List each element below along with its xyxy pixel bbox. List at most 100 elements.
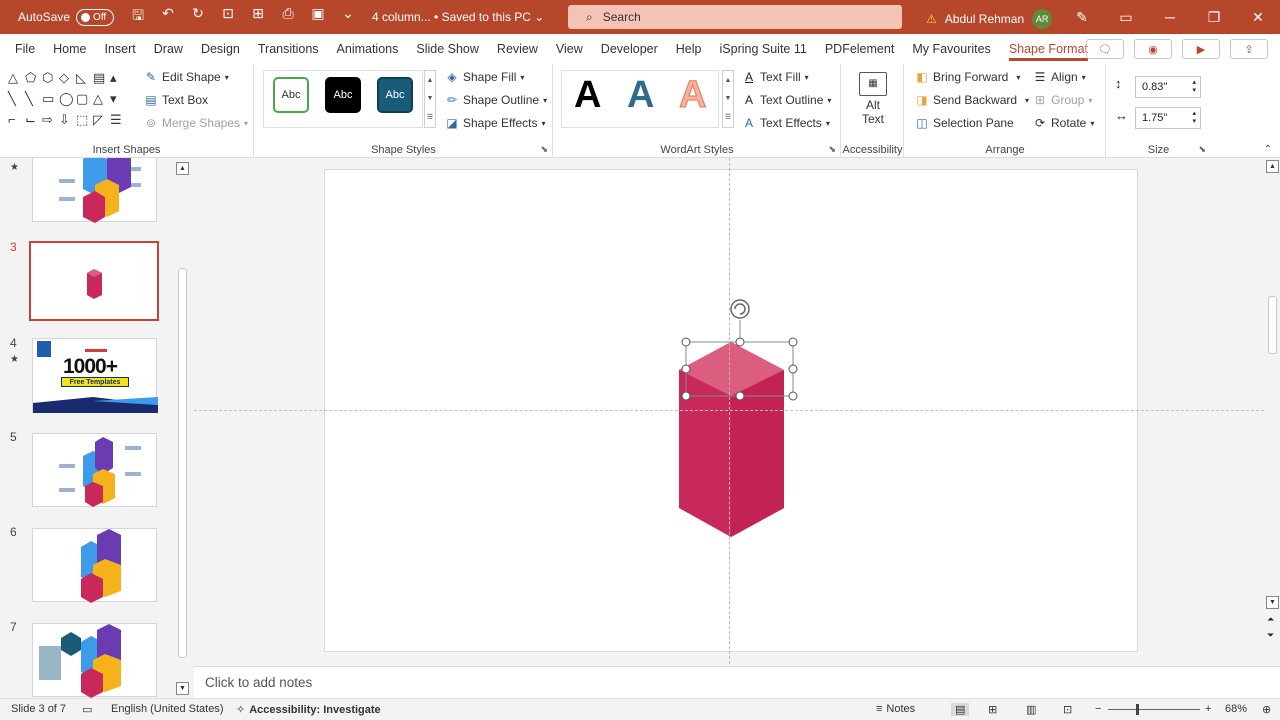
wordart-blue[interactable]: A bbox=[627, 74, 654, 117]
notes-pane[interactable]: Click to add notes bbox=[194, 666, 1280, 698]
elbow-connector-icon[interactable]: ⌐ bbox=[8, 112, 25, 133]
customize-qat-icon[interactable]: ⌄ bbox=[338, 5, 358, 29]
comments-icon[interactable]: 🗨 bbox=[1086, 39, 1124, 59]
pen-icon[interactable]: ✎ bbox=[1060, 0, 1104, 34]
text-effects-button[interactable]: A Text Effects ▾ bbox=[742, 116, 830, 130]
document-title[interactable]: 4 column... • Saved to this PC ⌄ bbox=[372, 10, 544, 24]
freeform-shape-icon[interactable]: ◸ bbox=[93, 112, 110, 133]
tab-pdfelement[interactable]: PDFelement bbox=[816, 34, 903, 64]
bring-forward-button[interactable]: ◧ Bring Forward ▾ bbox=[915, 70, 1020, 84]
tab-draw[interactable]: Draw bbox=[145, 34, 192, 64]
tab-ispring[interactable]: iSpring Suite 11 bbox=[711, 34, 816, 64]
present-icon[interactable]: ⊡ bbox=[218, 5, 238, 29]
wordart-scroll[interactable]: ▲ ▼ ☰ bbox=[722, 70, 734, 128]
more-up-icon[interactable]: ▴ bbox=[110, 70, 127, 91]
zoom-slider[interactable] bbox=[1108, 709, 1200, 710]
editor-scrollbar[interactable]: ▲ ▼ ⏶ ⏷ bbox=[1265, 158, 1280, 664]
tab-file[interactable]: File bbox=[6, 34, 44, 64]
rounded-rect-shape-icon[interactable]: ▢ bbox=[76, 91, 93, 112]
redo-icon[interactable]: ↻ bbox=[188, 5, 208, 29]
chevron-down-icon[interactable]: ▼ bbox=[427, 95, 434, 102]
tab-view[interactable]: View bbox=[547, 34, 592, 64]
chevron-up-icon[interactable]: ▲ bbox=[427, 77, 434, 84]
gallery-expand-icon[interactable]: ☰ bbox=[110, 112, 127, 133]
collapse-ribbon-icon[interactable]: ⌃ bbox=[1264, 144, 1272, 155]
style-preset-green-outline[interactable]: Abc bbox=[273, 77, 309, 113]
thumbnail-scrollbar[interactable]: ▲ ▼ bbox=[176, 160, 190, 696]
scroll-up-icon[interactable]: ▲ bbox=[1266, 160, 1279, 173]
user-account[interactable]: ⚠ Abdul Rehman AR bbox=[926, 9, 1053, 29]
previous-slide-icon[interactable]: ⏶ bbox=[1267, 614, 1274, 625]
slide-thumbnail-6[interactable] bbox=[32, 528, 157, 603]
undo-icon[interactable]: ↶ bbox=[158, 5, 178, 29]
record-icon[interactable]: ◉ bbox=[1134, 39, 1172, 59]
rectangle-shape-icon[interactable]: ▭ bbox=[42, 91, 59, 112]
scroll-down-icon[interactable]: ▼ bbox=[1266, 596, 1279, 609]
tab-insert[interactable]: Insert bbox=[96, 34, 145, 64]
spinner-icon[interactable]: ▴ ▾ bbox=[1192, 110, 1196, 126]
arrow-shape-icon[interactable]: ⇨ bbox=[42, 112, 59, 133]
slide-sorter-icon[interactable]: ⊞ bbox=[988, 703, 997, 716]
tab-transitions[interactable]: Transitions bbox=[249, 34, 328, 64]
share-icon[interactable]: ⇪ bbox=[1230, 39, 1268, 59]
scroll-up-icon[interactable]: ▲ bbox=[176, 162, 189, 175]
oval-shape-icon[interactable]: ◯ bbox=[59, 91, 76, 112]
reading-view-icon[interactable]: ▥ bbox=[1026, 703, 1036, 716]
text-outline-button[interactable]: A Text Outline ▾ bbox=[742, 93, 831, 107]
dialog-launcher-icon[interactable]: ⬊ bbox=[1198, 144, 1206, 155]
down-arrow-shape-icon[interactable]: ⇩ bbox=[59, 112, 76, 133]
tab-design[interactable]: Design bbox=[192, 34, 249, 64]
next-slide-icon[interactable]: ⏷ bbox=[1267, 630, 1274, 641]
tab-review[interactable]: Review bbox=[488, 34, 547, 64]
selection-pane-button[interactable]: ◫ Selection Pane bbox=[915, 116, 1013, 130]
zoom-slider-thumb[interactable] bbox=[1136, 704, 1139, 715]
wordart-orange[interactable]: A bbox=[678, 74, 706, 117]
tab-help[interactable]: Help bbox=[667, 34, 711, 64]
line2-shape-icon[interactable]: ╲ bbox=[25, 91, 42, 112]
tab-animations[interactable]: Animations bbox=[328, 34, 408, 64]
right-triangle-shape-icon[interactable]: ◺ bbox=[76, 70, 93, 91]
close-icon[interactable]: ✕ bbox=[1236, 0, 1280, 34]
zoom-level[interactable]: 68% bbox=[1225, 703, 1247, 715]
edit-shape-button[interactable]: ✎ Edit Shape ▾ bbox=[144, 70, 229, 84]
accessibility-status[interactable]: ✧ Accessibility: Investigate bbox=[236, 703, 381, 717]
minimize-icon[interactable]: ─ bbox=[1148, 0, 1192, 34]
tab-shape-format[interactable]: Shape Format bbox=[1000, 34, 1097, 64]
alt-text-button[interactable]: ▦ Alt Text bbox=[856, 72, 890, 126]
slide-thumbnail-7[interactable] bbox=[32, 623, 157, 698]
normal-view-icon[interactable]: ▤ bbox=[951, 703, 970, 716]
save-icon[interactable]: 🖫 bbox=[128, 5, 148, 29]
slide-thumbnail-4[interactable]: 1000+ Free Templates bbox=[32, 338, 158, 413]
tab-slide-show[interactable]: Slide Show bbox=[407, 34, 488, 64]
scroll-down-icon[interactable]: ▼ bbox=[176, 682, 189, 695]
merge-shapes-button[interactable]: ⊚ Merge Shapes ▾ bbox=[144, 116, 248, 130]
zoom-out-icon[interactable]: − bbox=[1095, 703, 1101, 715]
pentagon-shape-icon[interactable]: ⬠ bbox=[25, 70, 42, 91]
more-down-icon[interactable]: ▾ bbox=[110, 91, 127, 112]
shape-outline-button[interactable]: ✏ Shape Outline ▾ bbox=[445, 93, 547, 107]
slide-thumbnail-2[interactable] bbox=[32, 158, 157, 223]
tab-developer[interactable]: Developer bbox=[592, 34, 667, 64]
language-status[interactable]: English (United States) bbox=[111, 703, 224, 715]
text-box-button[interactable]: ▤ Text Box bbox=[144, 93, 208, 107]
from-beginning-icon[interactable]: ⊞ bbox=[248, 5, 268, 29]
horizontal-guide[interactable] bbox=[194, 410, 1264, 411]
elbow-arrow-icon[interactable]: ⌙ bbox=[25, 112, 42, 133]
more-icon[interactable]: ☰ bbox=[725, 113, 731, 121]
dialog-launcher-icon[interactable]: ⬊ bbox=[540, 144, 548, 155]
chevron-up-icon[interactable]: ▲ bbox=[725, 77, 732, 84]
textbox-shape-icon[interactable]: ▤ bbox=[93, 70, 110, 91]
restore-icon[interactable]: ❐ bbox=[1192, 0, 1236, 34]
shape-effects-button[interactable]: ◪ Shape Effects ▾ bbox=[445, 116, 545, 130]
triangle2-shape-icon[interactable]: △ bbox=[93, 91, 110, 112]
shape-width-input[interactable]: 1.75" ▴ ▾ bbox=[1135, 107, 1201, 129]
spelling-icon[interactable]: ▭ bbox=[82, 703, 92, 716]
triangle-shape-icon[interactable]: △ bbox=[8, 70, 25, 91]
more-icon[interactable]: ☰ bbox=[427, 113, 433, 121]
slide-thumbnail-3[interactable] bbox=[29, 241, 159, 321]
shapes-gallery[interactable]: △ ⬠ ⬡ ◇ ◺ ▤ ▴ ╲ ╲ ▭ ◯ ▢ △ ▾ ⌐ ⌙ ⇨ ⇩ ⬚ ◸ … bbox=[8, 70, 128, 133]
ribbon-display-icon[interactable]: ▭ bbox=[1104, 0, 1148, 34]
fit-slide-icon[interactable]: ⊕ bbox=[1262, 703, 1271, 716]
picture-icon[interactable]: ▣ bbox=[308, 5, 328, 29]
wordart-black[interactable]: A bbox=[574, 74, 601, 117]
